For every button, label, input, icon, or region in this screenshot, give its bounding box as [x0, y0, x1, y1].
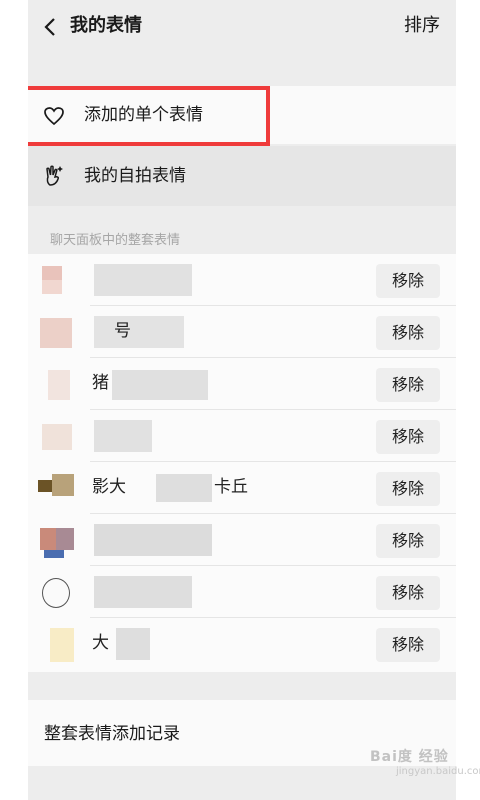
- remove-button[interactable]: 移除: [376, 264, 440, 298]
- menu-item-selfie[interactable]: 我的自拍表情: [28, 146, 456, 206]
- pack-thumbnail: [38, 418, 76, 456]
- screen: 我的表情 排序 添加的单个表情 我的自拍表情 聊天面板中的整套表情 移除 号 移…: [28, 0, 456, 800]
- watermark-logo: Bai度 经验: [370, 749, 449, 765]
- remove-button[interactable]: 移除: [376, 576, 440, 610]
- pack-thumbnail: [38, 626, 76, 664]
- blurred-name: [112, 370, 208, 400]
- selfie-hand-icon: [46, 165, 63, 186]
- list-item: 移除: [28, 254, 456, 306]
- pack-name: 猪: [92, 373, 109, 393]
- pack-thumbnail: [38, 366, 76, 404]
- sort-button[interactable]: 排序: [404, 14, 440, 38]
- page-title: 我的表情: [70, 15, 142, 36]
- list-item: 移除: [28, 410, 456, 462]
- remove-button[interactable]: 移除: [376, 420, 440, 454]
- watermark-sub: jingyan.baidu.com: [396, 766, 480, 777]
- header: 我的表情 排序: [28, 0, 456, 56]
- blurred-name: [94, 264, 192, 296]
- pack-thumbnail: [38, 470, 76, 508]
- pack-name: 大: [92, 633, 109, 653]
- footer-label: 整套表情添加记录: [44, 724, 180, 744]
- remove-button[interactable]: 移除: [376, 524, 440, 558]
- blurred-name: [156, 474, 212, 502]
- list-item: 移除: [28, 514, 456, 566]
- pack-thumbnail: [38, 262, 76, 300]
- pack-name-suffix: 卡丘: [214, 477, 248, 497]
- list-item: 号 移除: [28, 306, 456, 358]
- section-label: 聊天面板中的整套表情: [50, 233, 181, 248]
- pack-name: 影大: [92, 477, 126, 497]
- list-item: 移除: [28, 566, 456, 618]
- blurred-name: [94, 420, 152, 452]
- pack-thumbnail: [38, 314, 76, 352]
- pack-thumbnail: [38, 522, 76, 560]
- remove-button[interactable]: 移除: [376, 316, 440, 350]
- blurred-name: [116, 628, 150, 660]
- blurred-name: [94, 316, 184, 348]
- list-item: 大 移除: [28, 618, 456, 670]
- remove-button[interactable]: 移除: [376, 472, 440, 506]
- blurred-name: [94, 524, 212, 556]
- left-margin: [0, 0, 28, 800]
- emoji-pack-list: 移除 号 移除 猪 移除 移除 影大 卡丘 移除 移除 移除 大 移除: [28, 254, 456, 672]
- heart-outline-icon: [44, 107, 64, 126]
- right-margin: [456, 0, 480, 800]
- menu-item-added-single[interactable]: 添加的单个表情: [28, 86, 456, 144]
- menu-item-label: 我的自拍表情: [84, 166, 186, 186]
- pack-name: 号: [114, 321, 131, 341]
- remove-button[interactable]: 移除: [376, 368, 440, 402]
- menu-item-label: 添加的单个表情: [84, 105, 203, 125]
- back-arrow-icon[interactable]: [42, 16, 60, 38]
- list-item: 猪 移除: [28, 358, 456, 410]
- list-item: 影大 卡丘 移除: [28, 462, 456, 514]
- remove-button[interactable]: 移除: [376, 628, 440, 662]
- pack-thumbnail: [38, 574, 76, 612]
- blurred-name: [94, 576, 192, 608]
